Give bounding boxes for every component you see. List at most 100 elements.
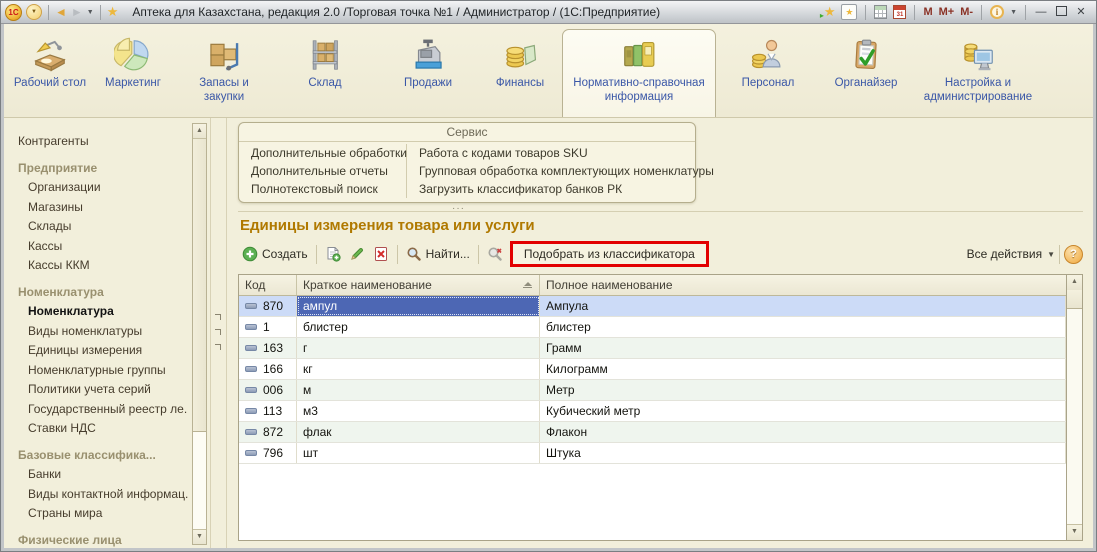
column-header-code[interactable]: Код: [239, 275, 297, 295]
favorites-star-icon[interactable]: ★: [107, 4, 119, 20]
ribbon-section[interactable]: Рабочий стол: [10, 29, 90, 117]
main-menu-button[interactable]: ▼: [26, 4, 42, 20]
sidebar-item[interactable]: Государственный реестр ле...: [18, 400, 188, 420]
delete-button[interactable]: [369, 243, 393, 265]
cell-full-name[interactable]: блистер: [540, 317, 1066, 337]
table-row[interactable]: 796 шт Штука: [239, 443, 1066, 464]
sidebar-item[interactable]: Организации: [18, 178, 188, 198]
sidebar-scrollbar[interactable]: ▲ ▼: [192, 123, 207, 545]
info-dropdown-icon[interactable]: ▼: [1010, 9, 1017, 16]
table-row[interactable]: 166 кг Килограмм: [239, 359, 1066, 380]
table-row[interactable]: 113 м3 Кубический метр: [239, 401, 1066, 422]
cell-short-name[interactable]: блистер: [297, 317, 540, 337]
sidebar-item[interactable]: Единицы измерения: [18, 341, 188, 361]
back-button[interactable]: ◄: [55, 6, 67, 18]
find-button[interactable]: Найти...: [402, 243, 474, 265]
sidebar-item[interactable]: Магазины: [18, 198, 188, 218]
sidebar-item[interactable]: Страны мира: [18, 504, 188, 524]
cell-full-name[interactable]: Метр: [540, 380, 1066, 400]
cell-full-name[interactable]: Штука: [540, 443, 1066, 463]
sidebar-item[interactable]: Склады: [18, 217, 188, 237]
horizontal-splitter[interactable]: ···: [238, 206, 1083, 212]
info-icon[interactable]: i: [990, 5, 1004, 19]
cell-full-name[interactable]: Ампула: [540, 296, 1066, 316]
forward-button[interactable]: ►: [71, 6, 83, 18]
ribbon-section[interactable]: Маркетинг: [90, 29, 176, 117]
ribbon-section[interactable]: Запасы и закупки: [176, 29, 272, 117]
sidebar-item[interactable]: Контрагенты: [18, 132, 188, 152]
sidebar-splitter[interactable]: [210, 118, 227, 548]
sidebar-item[interactable]: Виды контактной информац...: [18, 485, 188, 505]
table-row[interactable]: 163 г Грамм: [239, 338, 1066, 359]
create-button[interactable]: Создать: [238, 243, 312, 265]
service-command-link[interactable]: Групповая обработка комплектующих номенк…: [419, 162, 714, 180]
cell-full-name[interactable]: Грамм: [540, 338, 1066, 358]
service-command-link[interactable]: Дополнительные обработки: [251, 144, 406, 162]
scrollbar-thumb[interactable]: [193, 139, 206, 432]
scroll-down-icon[interactable]: ▼: [193, 529, 206, 544]
scroll-up-icon[interactable]: ▲: [1067, 275, 1082, 291]
calculator-icon[interactable]: [874, 5, 887, 19]
all-actions-button[interactable]: Все действия ▼: [967, 247, 1055, 261]
close-button[interactable]: ✕: [1074, 7, 1088, 18]
cell-short-name[interactable]: ампул: [297, 296, 540, 316]
cell-short-name[interactable]: м3: [297, 401, 540, 421]
copy-button[interactable]: [321, 243, 345, 265]
ribbon-section[interactable]: Нормативно-справочная информация: [562, 29, 716, 117]
cell-code[interactable]: 006: [239, 380, 297, 400]
ribbon-section[interactable]: Персонал: [716, 29, 820, 117]
sidebar-item[interactable]: Политики учета серий: [18, 380, 188, 400]
minimize-button[interactable]: —: [1034, 7, 1048, 18]
scroll-up-icon[interactable]: ▲: [193, 124, 206, 139]
cell-code[interactable]: 163: [239, 338, 297, 358]
cell-short-name[interactable]: флак: [297, 422, 540, 442]
sidebar-item[interactable]: Кассы: [18, 237, 188, 257]
table-row[interactable]: 872 флак Флакон: [239, 422, 1066, 443]
edit-button[interactable]: [345, 243, 369, 265]
cell-code[interactable]: 870: [239, 296, 297, 316]
add-favorite-icon[interactable]: ★▸: [824, 4, 836, 20]
cell-full-name[interactable]: Килограмм: [540, 359, 1066, 379]
table-row[interactable]: 006 м Метр: [239, 380, 1066, 401]
sidebar-item[interactable]: Ставки НДС: [18, 419, 188, 439]
sidebar-item-selected[interactable]: Номенклатура: [18, 302, 188, 322]
memory-button-m-plus[interactable]: M+: [939, 6, 955, 18]
app-logo-icon[interactable]: 1С: [5, 4, 22, 21]
cell-code[interactable]: 796: [239, 443, 297, 463]
sidebar-item[interactable]: Кассы ККМ: [18, 256, 188, 276]
ribbon-section[interactable]: Органайзер: [820, 29, 912, 117]
column-header-short-name[interactable]: Краткое наименование: [297, 275, 540, 295]
pick-from-classifier-button[interactable]: Подобрать из классификатора: [513, 244, 706, 264]
service-command-link[interactable]: Дополнительные отчеты: [251, 162, 406, 180]
show-favorites-icon[interactable]: ★: [841, 4, 857, 20]
memory-button-m-minus[interactable]: M-: [960, 6, 973, 18]
scrollbar-thumb[interactable]: [1067, 290, 1082, 309]
cell-code[interactable]: 872: [239, 422, 297, 442]
cell-short-name[interactable]: шт: [297, 443, 540, 463]
ribbon-section[interactable]: Продажи: [378, 29, 478, 117]
service-command-link[interactable]: Полнотекстовый поиск: [251, 180, 406, 198]
cell-short-name[interactable]: кг: [297, 359, 540, 379]
cell-full-name[interactable]: Флакон: [540, 422, 1066, 442]
cell-code[interactable]: 1: [239, 317, 297, 337]
column-header-full-name[interactable]: Полное наименование: [540, 275, 1066, 295]
cell-full-name[interactable]: Кубический метр: [540, 401, 1066, 421]
cell-short-name[interactable]: г: [297, 338, 540, 358]
sidebar-item[interactable]: Номенклатурные группы: [18, 361, 188, 381]
maximize-button[interactable]: [1054, 6, 1068, 19]
help-button[interactable]: ?: [1064, 245, 1083, 264]
memory-button-m[interactable]: M: [923, 6, 932, 18]
sidebar-item[interactable]: Банки: [18, 465, 188, 485]
scroll-down-icon[interactable]: ▼: [1067, 524, 1082, 540]
clear-find-button[interactable]: [483, 243, 507, 265]
cell-code[interactable]: 166: [239, 359, 297, 379]
ribbon-section[interactable]: Настройка и администрирование: [912, 29, 1044, 117]
service-command-link[interactable]: Работа с кодами товаров SKU: [419, 144, 714, 162]
cell-short-name[interactable]: м: [297, 380, 540, 400]
cell-code[interactable]: 113: [239, 401, 297, 421]
ribbon-section[interactable]: Склад: [272, 29, 378, 117]
calendar-icon[interactable]: 31: [893, 5, 906, 19]
service-command-link[interactable]: Загрузить классификатор банков РК: [419, 180, 714, 198]
table-scrollbar[interactable]: ▲ ▼: [1066, 275, 1082, 540]
table-row[interactable]: 870 ампул Ампула: [239, 296, 1066, 317]
